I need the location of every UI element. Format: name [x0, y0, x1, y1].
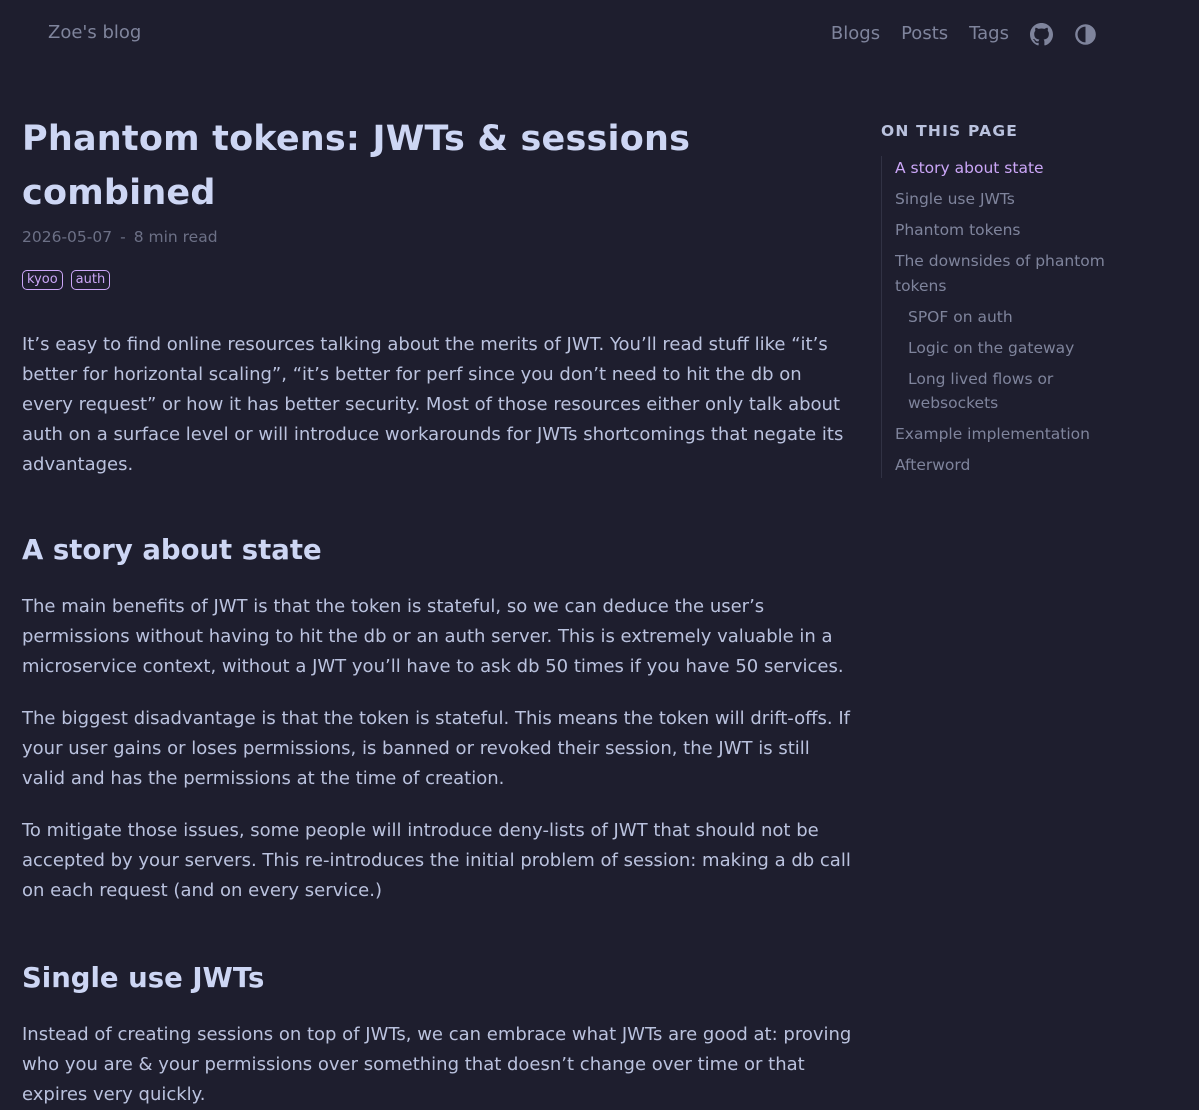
intro-paragraph: It’s easy to find online resources talki… [22, 334, 844, 475]
toc-item-spof-on-auth[interactable]: SPOF on auth [895, 305, 1131, 330]
toc-title: ON THIS PAGE [881, 122, 1019, 140]
nav-link-posts[interactable]: Posts [901, 20, 948, 48]
theme-toggle-icon[interactable] [1074, 23, 1097, 46]
main-nav: Blogs Posts Tags [831, 20, 1097, 48]
read-time: 8 min read [133, 228, 218, 246]
paragraph: Instead of creating sessions on top of J… [22, 1024, 852, 1105]
meta-separator: - [120, 228, 126, 246]
post-date: 2026-05-07 [22, 228, 113, 246]
toc-list: A story about state Single use JWTs Phan… [881, 156, 1131, 478]
tag-auth[interactable]: auth [70, 270, 111, 290]
github-icon[interactable] [1030, 22, 1053, 46]
toc-item-downsides-of-phantom-tokens[interactable]: The downsides of phantom tokens [895, 249, 1131, 298]
post-meta: 2026-05-07-8 min read [22, 226, 852, 248]
tag-list: kyoo auth [22, 270, 852, 290]
article: Phantom tokens: JWTs & sessions combined… [22, 112, 852, 1110]
toc-item-phantom-tokens[interactable]: Phantom tokens [895, 218, 1131, 243]
toc-item-long-lived-flows[interactable]: Long lived flows or websockets [895, 367, 1131, 416]
heading-a-story-about-state: A story about state [22, 534, 322, 566]
site-title-link[interactable]: Zoe's blog [48, 22, 141, 43]
toc-item-afterword[interactable]: Afterword [895, 453, 1131, 478]
nav-link-tags[interactable]: Tags [969, 20, 1009, 48]
table-of-contents: ON THIS PAGE A story about state Single … [881, 120, 1131, 484]
toc-item-a-story-about-state[interactable]: A story about state [895, 156, 1131, 181]
page-title: Phantom tokens: JWTs & sessions combined [22, 119, 691, 213]
toc-item-logic-on-the-gateway[interactable]: Logic on the gateway [895, 336, 1131, 361]
paragraph: The biggest disadvantage is that the tok… [22, 708, 850, 789]
heading-single-use-jwts: Single use JWTs [22, 962, 265, 994]
paragraph: The main benefits of JWT is that the tok… [22, 596, 844, 677]
site-header: Zoe's blog Blogs Posts Tags [0, 0, 1199, 70]
toc-item-example-implementation[interactable]: Example implementation [895, 422, 1131, 447]
toc-item-single-use-jwts[interactable]: Single use JWTs [895, 187, 1131, 212]
nav-link-blogs[interactable]: Blogs [831, 20, 880, 48]
tag-kyoo[interactable]: kyoo [22, 270, 63, 290]
paragraph: To mitigate those issues, some people wi… [22, 820, 851, 901]
